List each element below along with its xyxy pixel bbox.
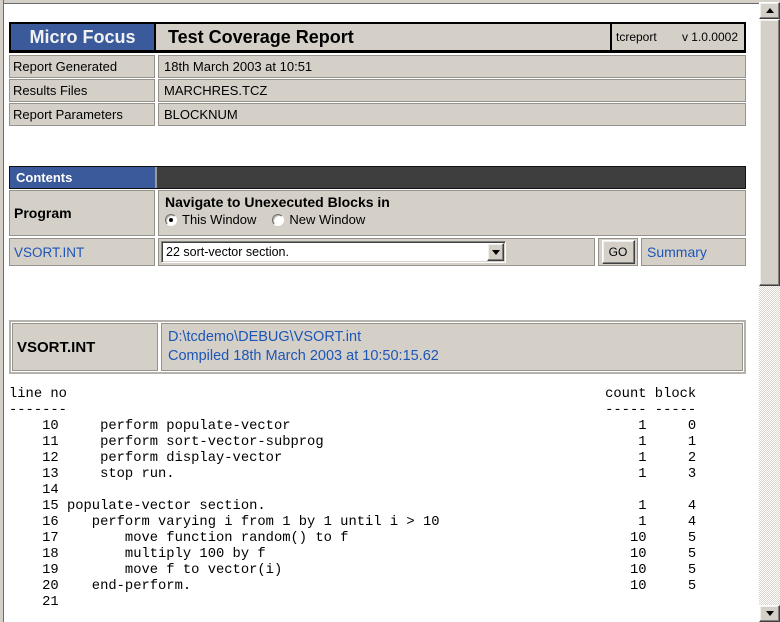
program-path-link[interactable]: D:\tcdemo\DEBUG\VSORT.int — [168, 329, 361, 345]
report-page: Micro Focus Test Coverage Report tcrepor… — [9, 22, 746, 611]
block-select-value: 22 sort-vector section. — [162, 245, 487, 259]
program-path-cell: D:\tcdemo\DEBUG\VSORT.int Compiled 18th … — [161, 323, 743, 371]
brand-logo: Micro Focus — [11, 24, 156, 50]
program-table: Program Navigate to Unexecuted Blocks in… — [9, 190, 746, 266]
summary-link[interactable]: Summary — [647, 244, 707, 260]
scrollbar-thumb[interactable] — [759, 19, 780, 286]
program-link-vsort[interactable]: VSORT.INT — [14, 245, 84, 260]
table-row: Results Files MARCHRES.TCZ — [9, 79, 746, 102]
go-cell: GO — [598, 238, 638, 266]
results-files-label: Results Files — [9, 79, 155, 102]
report-parameters-value: BLOCKNUM — [158, 103, 746, 126]
compiled-timestamp: Compiled 18th March 2003 at 10:50:15.62 — [168, 347, 736, 366]
program-column-header: Program — [9, 190, 155, 236]
contents-bar-fill — [157, 167, 745, 188]
summary-cell: Summary — [641, 238, 746, 266]
radio-new-window-label: New Window — [289, 212, 365, 227]
navigate-heading: Navigate to Unexecuted Blocks in — [165, 194, 739, 210]
radio-new-window-icon[interactable] — [272, 214, 284, 226]
app-version-number: v 1.0.0002 — [682, 30, 738, 44]
app-version: tcreport v 1.0.0002 — [610, 24, 744, 50]
program-detail-table: VSORT.INT D:\tcdemo\DEBUG\VSORT.int Comp… — [9, 320, 746, 374]
report-banner: Micro Focus Test Coverage Report tcrepor… — [9, 22, 746, 53]
block-select[interactable]: 22 sort-vector section. — [161, 241, 506, 263]
table-row: Report Parameters BLOCKNUM — [9, 103, 746, 126]
contents-title: Contents — [10, 167, 157, 188]
navigate-cell: Navigate to Unexecuted Blocks in This Wi… — [158, 190, 746, 236]
vertical-scrollbar[interactable] — [759, 2, 780, 622]
app-name-label: tcreport — [616, 30, 657, 44]
scroll-down-icon[interactable] — [759, 605, 780, 622]
report-generated-value: 18th March 2003 at 10:51 — [158, 55, 746, 78]
report-info-table: Report Generated 18th March 2003 at 10:5… — [9, 55, 746, 126]
radio-this-window-icon[interactable] — [165, 214, 177, 226]
chevron-down-icon[interactable] — [487, 243, 504, 261]
code-listing: line no count block ------- ----- ----- … — [9, 387, 746, 611]
page-title: Test Coverage Report — [156, 24, 610, 50]
window-border-left — [0, 0, 4, 622]
results-files-value: MARCHRES.TCZ — [158, 79, 746, 102]
program-link-cell: VSORT.INT — [9, 238, 155, 266]
radio-option-new-window[interactable]: New Window — [272, 212, 365, 227]
window-target-radio-group: This Window New Window — [165, 212, 739, 227]
table-row: Program Navigate to Unexecuted Blocks in… — [9, 190, 746, 236]
table-row: VSORT.INT 22 sort-vector section. GO Sum… — [9, 238, 746, 266]
window-border-top — [0, 0, 780, 4]
block-select-cell: 22 sort-vector section. — [158, 238, 595, 266]
report-parameters-label: Report Parameters — [9, 103, 155, 126]
report-generated-label: Report Generated — [9, 55, 155, 78]
program-name: VSORT.INT — [12, 323, 158, 371]
contents-header-bar: Contents — [9, 166, 746, 189]
scroll-up-icon[interactable] — [759, 2, 780, 19]
radio-this-window-label: This Window — [182, 212, 256, 227]
go-button[interactable]: GO — [602, 240, 635, 264]
radio-option-this-window[interactable]: This Window — [165, 212, 256, 227]
table-row: Report Generated 18th March 2003 at 10:5… — [9, 55, 746, 78]
